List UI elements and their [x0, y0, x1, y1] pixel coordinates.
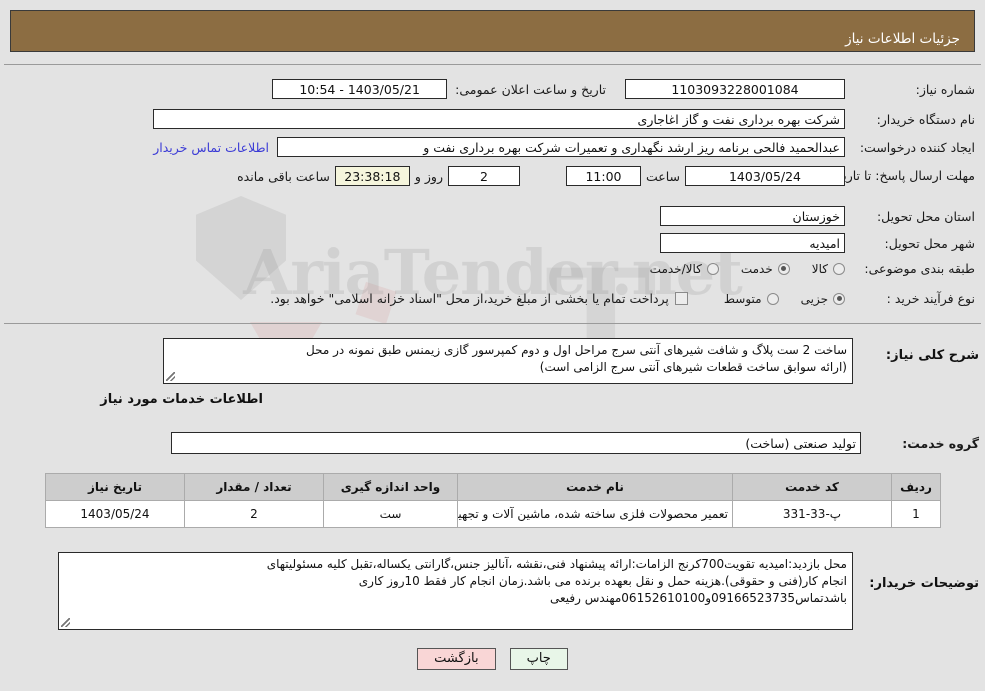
process-option-medium[interactable]: متوسط [724, 292, 779, 306]
radio-icon[interactable] [833, 292, 845, 305]
service-group-field[interactable]: تولید صنعتی (ساخت) [171, 432, 861, 454]
need-number-field[interactable]: 1103093228001084 [625, 79, 845, 99]
deadline-date-field[interactable]: 1403/05/24 [685, 166, 845, 186]
buyer-org-row: نام دستگاه خریدار: شرکت بهره برداری نفت … [153, 109, 975, 129]
category-option-goods[interactable]: کالا [812, 262, 845, 276]
th-name: نام خدمت [457, 473, 733, 501]
requester-label: ایجاد کننده درخواست: [859, 139, 975, 155]
general-description-block: شرح کلی نیاز: ساخت 2 ست پلاگ و شافت شیره… [163, 338, 979, 384]
buyer-notes-block: توضیحات خریدار: محل بازدید:امیدیه تقویت7… [58, 552, 979, 630]
buyer-notes-label: توضیحات خریدار: [869, 576, 979, 591]
category-radio-group: کالا خدمت کالا/خدمت [628, 262, 845, 276]
category-option-service[interactable]: خدمت [741, 262, 790, 276]
th-quantity: تعداد / مقدار [184, 473, 324, 501]
category-option-service-label: خدمت [740, 261, 773, 276]
cell-quantity: 2 [184, 500, 324, 528]
deadline-time-field[interactable]: 11:00 [565, 166, 641, 186]
process-row: نوع فرآیند خرید : جزیی متوسط پرداخت تمام… [270, 291, 975, 306]
deadline-controls: 1403/05/24 ساعت 11:00 2 روز و 23:38:18 س… [232, 166, 845, 186]
footer-button-bar: بازگشت چاپ [0, 648, 985, 670]
cell-index: 1 [891, 500, 941, 528]
requester-row: ایجاد کننده درخواست: عبدالحمید فالحی برن… [153, 137, 975, 157]
remaining-days-field[interactable]: 2 [447, 166, 520, 186]
category-row: طبقه بندی موضوعی: کالا خدمت کالا/خدمت [628, 261, 975, 276]
services-table: ردیف کد خدمت نام خدمت واحد اندازه گیری ت… [45, 473, 941, 528]
general-description-label: شرح کلی نیاز: [885, 348, 979, 363]
page-header: جزئیات اطلاعات نیاز [10, 10, 975, 52]
table-header-row: ردیف کد خدمت نام خدمت واحد اندازه گیری ت… [45, 473, 941, 501]
province-field[interactable]: خوزستان [660, 206, 845, 226]
buyer-org-label: نام دستگاه خریدار: [876, 111, 975, 127]
th-code: کد خدمت [732, 473, 892, 501]
buyer-org-field[interactable]: شرکت بهره برداری نفت و گاز اغاجاری [153, 109, 845, 129]
th-unit: واحد اندازه گیری [323, 473, 458, 501]
process-label: نوع فرآیند خرید : [886, 291, 975, 306]
buyer-notes-textarea[interactable]: محل بازدید:امیدیه تقویت700کرنج الزامات:ا… [58, 552, 853, 630]
cell-unit: ست [323, 500, 458, 528]
radio-icon[interactable] [777, 262, 790, 275]
service-group-label: گروه خدمت: [902, 435, 979, 451]
cell-code: پ-33-331 [732, 500, 892, 528]
radio-icon[interactable] [833, 262, 845, 275]
cell-name: تعمیر محصولات فلزی ساخته شده، ماشین آلات… [457, 500, 733, 528]
announce-datetime-field[interactable]: 1403/05/21 - 10:54 [272, 79, 448, 99]
process-option-medium-label: متوسط [723, 291, 762, 306]
treasury-checkbox-label: پرداخت تمام یا بخشی از مبلغ خرید،از محل … [270, 291, 669, 306]
deadline-label: مهلت ارسال پاسخ: تا تاریخ: [830, 168, 975, 183]
table-row: 1 پ-33-331 تعمیر محصولات فلزی ساخته شده،… [45, 500, 941, 528]
city-label: شهر محل تحویل: [884, 235, 975, 251]
services-section-title: اطلاعات خدمات مورد نیاز [100, 392, 263, 407]
checkbox-icon[interactable] [674, 292, 688, 305]
print-button[interactable]: چاپ [509, 648, 568, 670]
province-label: استان محل تحویل: [876, 208, 975, 224]
service-group-row: گروه خدمت: تولید صنعتی (ساخت) [171, 432, 979, 454]
requester-field[interactable]: عبدالحمید فالحی برنامه ریز ارشد نگهداری … [277, 137, 845, 157]
city-row: شهر محل تحویل: امیدیه [660, 233, 975, 253]
back-button[interactable]: بازگشت [417, 648, 496, 670]
process-option-minor-label: جزیی [800, 291, 828, 306]
days-label: روز و [414, 168, 443, 184]
category-option-goods-service-label: کالا/خدمت [649, 261, 702, 276]
announce-datetime-label: تاریخ و ساعت اعلان عمومی: [455, 81, 606, 97]
th-index: ردیف [891, 473, 941, 501]
deadline-hour-label: ساعت [645, 168, 680, 184]
need-info-panel: شماره نیاز: 1103093228001084 تاریخ و ساع… [4, 64, 981, 324]
page-title: جزئیات اطلاعات نیاز [845, 31, 960, 47]
process-radio-group: جزیی متوسط [702, 292, 845, 306]
buyer-contact-link[interactable]: اطلاعات تماس خریدار [153, 140, 277, 155]
city-field[interactable]: امیدیه [660, 233, 845, 253]
deadline-row: مهلت ارسال پاسخ: تا تاریخ: 1403/05/24 سا… [232, 166, 975, 186]
th-date: تاریخ نیاز [45, 473, 185, 501]
process-option-minor[interactable]: جزیی [801, 292, 845, 306]
need-number-row: شماره نیاز: 1103093228001084 [625, 79, 975, 99]
page-root: T AriaTender.net جزئیات اطلاعات نیاز شما… [0, 0, 985, 691]
need-number-label: شماره نیاز: [915, 81, 975, 97]
category-option-goods-label: کالا [811, 261, 828, 276]
announce-datetime-row: تاریخ و ساعت اعلان عمومی: 1403/05/21 - 1… [272, 79, 606, 99]
general-description-textarea[interactable]: ساخت 2 ست پلاگ و شافت شیرهای آنتی سرج مر… [163, 338, 853, 384]
radio-icon[interactable] [706, 262, 719, 275]
category-label: طبقه بندی موضوعی: [864, 261, 975, 276]
category-option-goods-service[interactable]: کالا/خدمت [650, 262, 719, 276]
cell-date: 1403/05/24 [45, 500, 185, 528]
province-row: استان محل تحویل: خوزستان [660, 206, 975, 226]
countdown-label: ساعت باقی مانده [237, 168, 330, 184]
radio-icon[interactable] [766, 292, 779, 305]
treasury-checkbox-wrap[interactable]: پرداخت تمام یا بخشی از مبلغ خرید،از محل … [270, 291, 688, 306]
countdown-timer-field: 23:38:18 [334, 166, 410, 186]
